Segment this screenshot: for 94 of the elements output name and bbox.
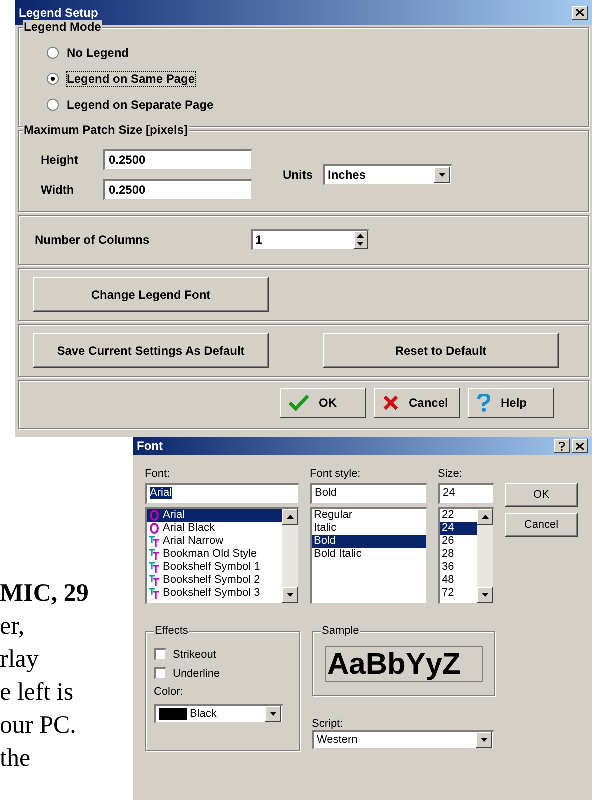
close-icon xyxy=(576,442,584,450)
field-label: Width xyxy=(41,183,76,197)
list-item[interactable]: Bookshelf Symbol 3 xyxy=(147,587,282,600)
list-item[interactable]: Arial Black xyxy=(147,522,282,535)
dropdown-field[interactable]: Black xyxy=(154,704,284,724)
close-button[interactable] xyxy=(572,6,588,20)
dropdown-field[interactable]: Inches xyxy=(323,164,453,186)
close-button[interactable] xyxy=(572,439,588,453)
cancel-button[interactable]: Cancel xyxy=(374,388,460,418)
down-arrow-icon xyxy=(480,738,488,742)
font-type-icon xyxy=(149,510,160,521)
spin-field[interactable]: 1 xyxy=(250,229,370,251)
font-name-field[interactable]: Arial xyxy=(145,483,300,505)
list-item[interactable]: Regular xyxy=(312,509,426,522)
ok-button[interactable]: OK xyxy=(280,388,366,418)
list-item[interactable]: 36 xyxy=(440,561,477,574)
list-item[interactable]: Bold xyxy=(312,535,426,548)
radio-label[interactable]: Legend on Separate Page xyxy=(67,98,214,112)
radio-button[interactable] xyxy=(47,73,59,85)
font-type-icon xyxy=(149,523,160,534)
list-item[interactable]: Arial Narrow xyxy=(147,535,282,548)
document-text: e left is xyxy=(0,678,75,708)
list-item[interactable]: Bookshelf Symbol 1 xyxy=(147,561,282,574)
field-label: Color: xyxy=(154,686,184,698)
dropdown-field[interactable]: Western xyxy=(312,730,495,750)
field-label: Font: xyxy=(145,468,172,481)
up-arrow-icon xyxy=(286,515,294,519)
help-button[interactable] xyxy=(554,439,570,453)
list-item[interactable]: Bold Italic xyxy=(312,548,426,561)
font-type-icon xyxy=(149,575,160,586)
scrollbar[interactable] xyxy=(282,509,298,603)
font-type-icon xyxy=(149,588,160,599)
field-label: Units xyxy=(282,168,314,182)
down-arrow-icon xyxy=(438,173,446,177)
checkbox[interactable] xyxy=(154,667,167,680)
help-icon xyxy=(559,442,565,450)
radio-button[interactable] xyxy=(47,99,59,111)
list-item[interactable]: 22 xyxy=(440,509,477,522)
field-label: Height xyxy=(41,153,80,167)
list-item[interactable]: Italic xyxy=(312,522,426,535)
list-item[interactable]: Bookshelf Symbol 2 xyxy=(147,574,282,587)
cross-icon xyxy=(383,395,399,411)
input-field[interactable]: 0.2500 xyxy=(103,179,253,201)
reset-button[interactable]: Reset to Default xyxy=(323,333,559,368)
checkbox[interactable] xyxy=(154,648,167,661)
down-arrow-icon xyxy=(270,712,276,716)
document-text: rlay xyxy=(0,645,40,675)
dialog-button[interactable]: Cancel xyxy=(505,513,578,537)
question-mark-icon xyxy=(477,394,491,412)
down-arrow-icon xyxy=(286,593,294,597)
window-title: Font xyxy=(137,439,163,453)
list-item[interactable]: 24 xyxy=(440,522,477,535)
group-label: Effects xyxy=(154,625,190,637)
document-text: er, xyxy=(0,612,26,642)
close-icon xyxy=(576,9,584,16)
check-icon xyxy=(289,395,309,411)
checkbox-label[interactable]: Strikeout xyxy=(173,648,216,660)
save-default-button[interactable]: Save Current Settings As Default xyxy=(33,333,269,368)
down-arrow-icon xyxy=(357,242,364,246)
up-arrow-icon xyxy=(482,515,488,519)
list-item[interactable]: 72 xyxy=(440,587,477,600)
document-text: our PC. xyxy=(0,711,78,741)
group-label: Legend Mode xyxy=(23,20,102,34)
checkbox-label[interactable]: Underline xyxy=(173,668,220,680)
dialog-button[interactable]: OK xyxy=(505,483,578,507)
scrollbar[interactable] xyxy=(477,509,493,603)
list-item[interactable]: 48 xyxy=(440,574,477,587)
font-type-icon xyxy=(149,549,160,560)
field-label: Size: xyxy=(438,468,464,481)
font-style-field[interactable]: Bold xyxy=(310,483,428,505)
radio-label[interactable]: No Legend xyxy=(67,46,129,60)
sample-text: AaBbYyZ xyxy=(324,646,482,682)
help-button[interactable]: Help xyxy=(468,388,554,418)
list-item[interactable]: 28 xyxy=(440,548,477,561)
radio-button[interactable] xyxy=(47,47,59,59)
field-label: Font style: xyxy=(310,468,362,481)
list-item[interactable]: 26 xyxy=(440,535,477,548)
font-type-icon xyxy=(149,536,160,547)
list-item[interactable]: Bookman Old Style xyxy=(147,548,282,561)
down-arrow-icon xyxy=(482,593,488,597)
change-font-button[interactable]: Change Legend Font xyxy=(33,277,269,312)
window-title: Legend Setup xyxy=(19,6,98,20)
field-label: Script: xyxy=(312,718,344,730)
list-item[interactable]: Arial xyxy=(147,509,282,522)
input-field[interactable]: 0.2500 xyxy=(103,149,253,171)
document-heading: MIC, 29 xyxy=(0,579,90,609)
font-type-icon xyxy=(149,562,160,573)
up-arrow-icon xyxy=(357,234,364,238)
document-text: the xyxy=(0,744,32,774)
radio-label[interactable]: Legend on Same Page xyxy=(67,72,196,86)
group-label: Maximum Patch Size [pixels] xyxy=(23,123,190,137)
group-label: Sample xyxy=(321,625,360,637)
field-label: Number of Columns xyxy=(35,233,150,247)
font-size-field[interactable]: 24 xyxy=(438,483,495,505)
